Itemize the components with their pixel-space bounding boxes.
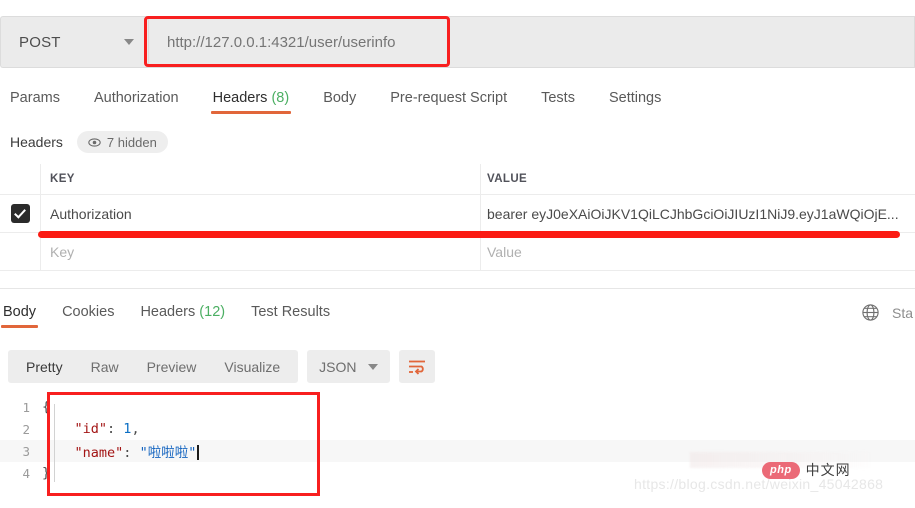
code-token: "name" [74, 445, 124, 461]
code-token: "啦啦啦" [139, 445, 197, 461]
hidden-headers-pill[interactable]: 7 hidden [76, 131, 168, 153]
line-content: { [42, 399, 50, 415]
request-tab-bar: Params Authorization Headers (8) Body Pr… [0, 84, 915, 120]
placeholder-key-text: Key [50, 243, 75, 260]
text-cursor [197, 445, 199, 460]
watermark-logo: php 中文网 [762, 460, 851, 480]
code-token: , [131, 421, 140, 437]
column-value: VALUE [481, 164, 915, 194]
response-tab-headers-label: Headers [140, 304, 196, 320]
response-tab-headers[interactable]: Headers (12) [140, 304, 225, 328]
header-checkbox-cell [0, 164, 41, 194]
code-token: } [42, 465, 51, 481]
tab-authorization-label: Authorization [93, 90, 179, 106]
response-tab-cookies[interactable]: Cookies [62, 304, 114, 328]
table-row-placeholder[interactable]: Key Value [0, 233, 915, 271]
http-method-select[interactable]: POST [0, 16, 148, 68]
tab-tests-label: Tests [541, 90, 575, 106]
tab-settings-label: Settings [608, 90, 662, 106]
code-token: "id" [74, 421, 108, 437]
code-line: 1 { [0, 396, 915, 418]
column-key: KEY [41, 164, 481, 194]
globe-icon[interactable] [861, 303, 880, 322]
response-status-area: Sta [861, 303, 915, 322]
status-label: Sta [891, 304, 913, 321]
watermark-logo-badge: php [762, 461, 800, 479]
response-tab-headers-count: (12) [199, 304, 226, 320]
row-value-cell[interactable]: bearer eyJ0eXAiOiJKV1QiLCJhbGciOiJIUzI1N… [481, 195, 915, 232]
response-tab-test-results[interactable]: Test Results [251, 304, 330, 328]
tab-pre-request-script[interactable]: Pre-request Script [390, 90, 507, 114]
eye-icon [88, 137, 101, 147]
response-divider [0, 288, 915, 289]
tab-headers[interactable]: Headers (8) [210, 90, 291, 114]
row-key-cell[interactable]: Authorization [41, 195, 481, 232]
row-checkbox-cell [0, 195, 41, 232]
line-content: "name": "啦啦啦" [42, 441, 199, 461]
response-tab-body[interactable]: Body [0, 304, 39, 328]
format-tab-preview[interactable]: Preview [133, 359, 211, 375]
tab-pre-request-script-label: Pre-request Script [390, 90, 508, 106]
tab-authorization[interactable]: Authorization [94, 90, 179, 114]
content-type-label: JSON [319, 358, 357, 375]
code-line: 2 "id": 1, [0, 418, 915, 440]
content-type-select[interactable]: JSON [307, 350, 390, 383]
tab-params[interactable]: Params [10, 90, 60, 114]
http-method-label: POST [19, 33, 61, 51]
word-wrap-button[interactable] [398, 350, 435, 383]
word-wrap-icon [408, 360, 425, 375]
column-key-label: KEY [50, 173, 75, 185]
row-value-text: bearer eyJ0eXAiOiJKV1QiLCJhbGciOiJIUzI1N… [487, 205, 899, 222]
response-tab-cookies-label: Cookies [62, 304, 115, 320]
headers-subheader: Headers 7 hidden [0, 128, 915, 156]
tab-params-label: Params [10, 90, 60, 106]
hidden-headers-label: 7 hidden [106, 134, 157, 150]
headers-table: KEY VALUE Authorization bearer eyJ0eXAiO… [0, 164, 915, 271]
response-tab-body-label: Body [3, 304, 37, 320]
tab-headers-count: (8) [271, 90, 290, 106]
response-tab-bar: Body Cookies Headers (12) Test Results [0, 298, 915, 334]
response-tab-test-results-label: Test Results [251, 304, 331, 320]
row-checkbox[interactable] [10, 204, 30, 223]
table-header-row: KEY VALUE [0, 164, 915, 195]
request-url-bar: POST http://127.0.0.1:4321/user/userinfo [0, 16, 915, 68]
format-tab-group: Pretty Raw Preview Visualize [8, 350, 299, 383]
placeholder-key-cell[interactable]: Key [41, 233, 481, 270]
tab-settings[interactable]: Settings [609, 90, 661, 114]
tab-headers-label: Headers [212, 90, 268, 106]
format-tab-raw[interactable]: Raw [77, 359, 133, 375]
line-number: 3 [22, 443, 30, 459]
line-number: 1 [22, 399, 30, 415]
column-value-label: VALUE [487, 173, 528, 185]
line-number: 2 [22, 421, 30, 437]
chevron-down-icon [124, 39, 134, 45]
chevron-down-icon [367, 363, 378, 370]
code-token: { [42, 399, 51, 415]
format-tab-visualize[interactable]: Visualize [210, 359, 294, 375]
code-line: 3 "name": "啦啦啦" [0, 440, 915, 462]
line-content: } [42, 465, 50, 481]
tab-body-label: Body [323, 90, 357, 106]
format-tab-pretty[interactable]: Pretty [12, 359, 77, 375]
placeholder-value-text: Value [487, 243, 522, 260]
headers-section-label: Headers [10, 134, 63, 150]
tab-tests[interactable]: Tests [541, 90, 575, 114]
line-content: "id": 1, [42, 421, 140, 437]
tab-body[interactable]: Body [323, 90, 356, 114]
table-row[interactable]: Authorization bearer eyJ0eXAiOiJKV1QiLCJ… [0, 195, 915, 233]
code-token: : [123, 445, 140, 461]
line-number: 4 [22, 465, 30, 481]
response-format-toolbar: Pretty Raw Preview Visualize JSON [8, 350, 435, 383]
placeholder-value-cell[interactable]: Value [481, 233, 915, 270]
code-token: : [107, 421, 124, 437]
url-input[interactable]: http://127.0.0.1:4321/user/userinfo [148, 16, 915, 68]
row-key-text: Authorization [50, 205, 132, 222]
watermark-logo-text: 中文网 [805, 462, 851, 478]
placeholder-checkbox-cell [0, 233, 41, 270]
